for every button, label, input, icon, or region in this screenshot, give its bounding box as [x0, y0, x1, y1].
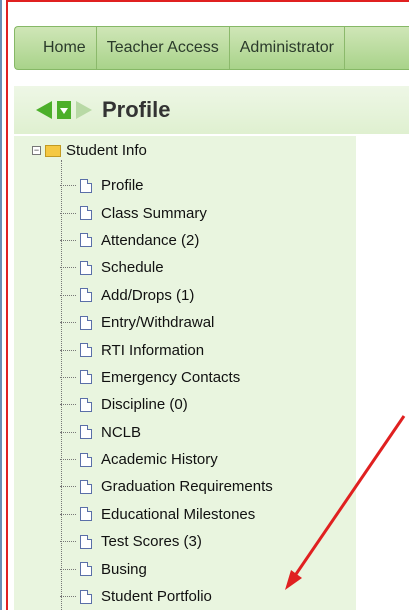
document-icon — [80, 397, 92, 412]
tree-item-label: Student Portfolio — [101, 588, 212, 606]
document-icon — [80, 288, 92, 303]
tree-item-academic-history[interactable]: Academic History — [60, 446, 273, 473]
tree-item-discipline[interactable]: Discipline (0) — [60, 391, 273, 418]
forward-arrow-icon[interactable] — [74, 99, 94, 121]
document-icon — [80, 425, 92, 440]
document-icon — [80, 178, 92, 193]
annotation-frame-top — [6, 0, 409, 2]
tree-item-busing[interactable]: Busing — [60, 555, 273, 582]
document-icon — [80, 315, 92, 330]
tree-item-label: Busing — [101, 560, 147, 578]
nav-teacher-access[interactable]: Teacher Access — [97, 27, 230, 69]
nav-home[interactable]: Home — [15, 27, 97, 69]
tree-item-student-portfolio[interactable]: Student Portfolio — [60, 583, 273, 610]
tree-item-add-drops[interactable]: Add/Drops (1) — [60, 282, 273, 309]
collapse-icon[interactable]: − — [32, 146, 41, 155]
tree-item-label: Class Summary — [101, 204, 207, 222]
page-title: Profile — [102, 97, 171, 122]
tree-item-label: Add/Drops (1) — [101, 286, 195, 304]
tree-item-label: Entry/Withdrawal — [101, 314, 215, 332]
tree-item-label: Discipline (0) — [101, 396, 188, 414]
document-icon — [80, 233, 92, 248]
tree-item-label: Profile — [101, 177, 144, 195]
annotation-frame-left — [6, 0, 8, 610]
tree-item-schedule[interactable]: Schedule — [60, 254, 273, 281]
tree-item-rti-information[interactable]: RTI Information — [60, 336, 273, 363]
document-icon — [80, 507, 92, 522]
tree-item-educational-milestones[interactable]: Educational Milestones — [60, 501, 273, 528]
tree-item-label: Test Scores (3) — [101, 533, 202, 551]
tree-root-label: Student Info — [66, 142, 147, 159]
tree-item-label: NCLB — [101, 423, 142, 441]
tree-item-graduation-requirements[interactable]: Graduation Requirements — [60, 473, 273, 500]
document-icon — [80, 343, 92, 358]
tree-item-entry-withdrawal[interactable]: Entry/Withdrawal — [60, 309, 273, 336]
back-arrow-icon[interactable] — [34, 99, 54, 121]
document-icon — [80, 260, 92, 275]
tree-item-profile[interactable]: Profile — [60, 172, 273, 199]
document-icon — [80, 534, 92, 549]
student-info-tree: − Student Info Profile Class Summary Att… — [14, 136, 356, 610]
tree-item-test-scores[interactable]: Test Scores (3) — [60, 528, 273, 555]
tree-item-label: RTI Information — [101, 341, 205, 359]
tree-root-student-info[interactable]: − Student Info — [32, 142, 147, 159]
tree-item-list: Profile Class Summary Attendance (2) Sch… — [60, 172, 273, 610]
folder-icon — [45, 144, 61, 157]
dropdown-icon[interactable] — [56, 99, 72, 121]
tree-item-attendance[interactable]: Attendance (2) — [60, 227, 273, 254]
tree-item-emergency-contacts[interactable]: Emergency Contacts — [60, 364, 273, 391]
navigation-arrows — [34, 99, 94, 121]
document-icon — [80, 206, 92, 221]
nav-administrator[interactable]: Administrator — [230, 27, 345, 69]
tree-item-label: Schedule — [101, 259, 164, 277]
tree-item-label: Academic History — [101, 451, 218, 469]
document-icon — [80, 562, 92, 577]
document-icon — [80, 370, 92, 385]
document-icon — [80, 452, 92, 467]
tree-item-class-summary[interactable]: Class Summary — [60, 199, 273, 226]
tree-item-label: Educational Milestones — [101, 505, 256, 523]
tree-item-label: Attendance (2) — [101, 231, 200, 249]
tree-item-nclb[interactable]: NCLB — [60, 419, 273, 446]
profile-header: Profile — [14, 86, 409, 134]
top-navigation-bar: Home Teacher Access Administrator — [14, 26, 409, 70]
document-icon — [80, 589, 92, 604]
tree-item-label: Graduation Requirements — [101, 478, 273, 496]
tree-item-label: Emergency Contacts — [101, 368, 241, 386]
document-icon — [80, 479, 92, 494]
